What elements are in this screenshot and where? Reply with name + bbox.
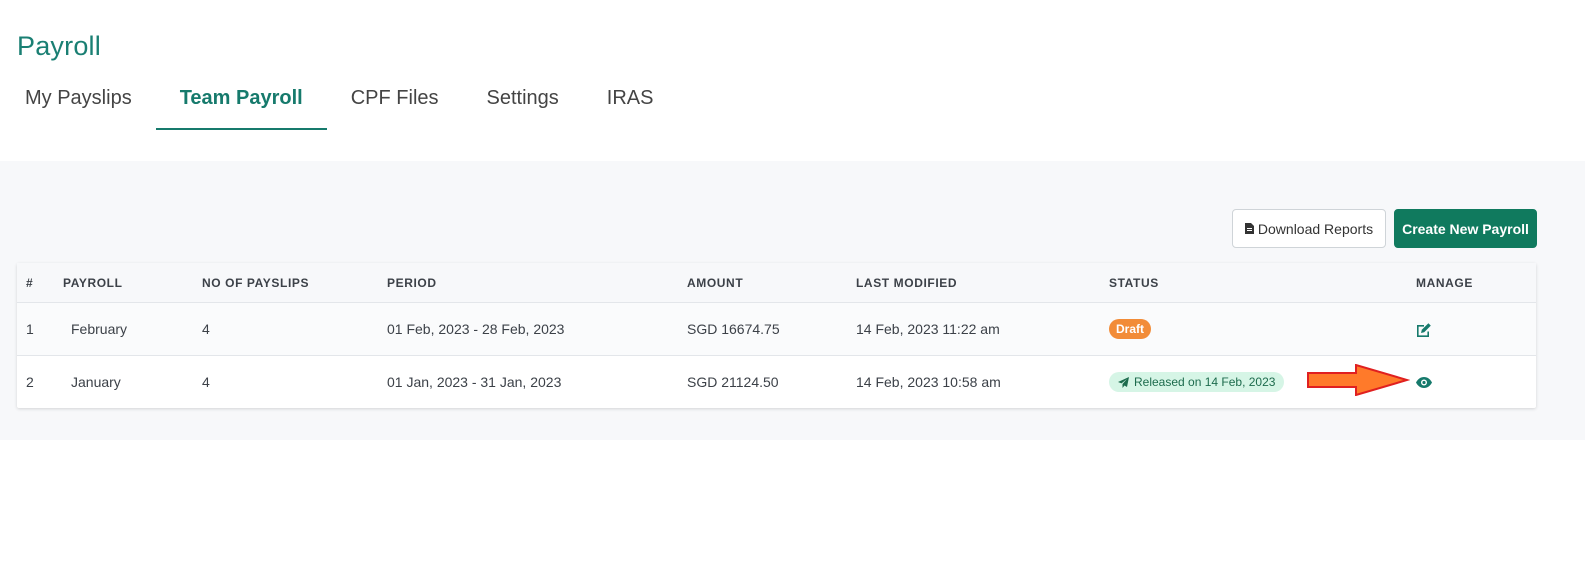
header-last-modified: LAST MODIFIED	[856, 275, 958, 290]
page-title: Payroll	[17, 31, 101, 61]
header-period: PERIOD	[387, 275, 437, 290]
row-last-modified: 14 Feb, 2023 10:58 am	[856, 374, 1001, 390]
row-amount: SGD 21124.50	[687, 374, 779, 390]
eye-icon[interactable]	[1416, 376, 1432, 388]
table-row[interactable]: 1 February 4 01 Feb, 2023 - 28 Feb, 2023…	[17, 303, 1536, 356]
row-index: 2	[26, 374, 34, 390]
edit-icon[interactable]	[1416, 322, 1432, 337]
row-amount: SGD 16674.75	[687, 321, 780, 337]
header-index: #	[26, 275, 34, 290]
tab-iras[interactable]: IRAS	[583, 70, 678, 130]
tab-bar: My Payslips Team Payroll CPF Files Setti…	[0, 70, 677, 130]
file-icon	[1244, 223, 1254, 234]
row-payroll: February	[71, 321, 128, 337]
status-cell: Released on 14 Feb, 2023	[1109, 356, 1285, 408]
row-index: 1	[26, 321, 34, 337]
table-header-row: # PAYROLL NO OF PAYSLIPS PERIOD AMOUNT L…	[17, 263, 1536, 303]
create-new-payroll-button[interactable]: Create New Payroll	[1394, 209, 1537, 248]
row-payroll: January	[71, 374, 121, 390]
status-badge-text: Released on 14 Feb, 2023	[1134, 375, 1276, 389]
tab-cpf-files[interactable]: CPF Files	[327, 70, 463, 130]
row-period: 01 Jan, 2023 - 31 Jan, 2023	[387, 374, 562, 390]
row-payslips: 4	[202, 374, 210, 390]
row-period: 01 Feb, 2023 - 28 Feb, 2023	[387, 321, 565, 337]
status-cell: Draft	[1109, 303, 1152, 355]
header-manage: MANAGE	[1416, 275, 1473, 290]
status-badge: Draft	[1109, 319, 1152, 339]
tab-team-payroll[interactable]: Team Payroll	[155, 70, 327, 130]
manage-cell	[1416, 356, 1432, 408]
download-reports-button[interactable]: Download Reports	[1232, 209, 1386, 248]
row-last-modified: 14 Feb, 2023 11:22 am	[856, 321, 1000, 337]
header-amount: AMOUNT	[687, 275, 744, 290]
status-badge: Released on 14 Feb, 2023	[1109, 372, 1285, 392]
tab-settings[interactable]: Settings	[463, 70, 583, 130]
header-status: STATUS	[1109, 275, 1159, 290]
header-payslips: NO OF PAYSLIPS	[202, 275, 310, 290]
annotation-arrow-icon	[1307, 363, 1411, 401]
paper-plane-icon	[1118, 376, 1129, 388]
row-payslips: 4	[202, 321, 210, 337]
tab-my-payslips[interactable]: My Payslips	[0, 70, 156, 130]
manage-cell	[1416, 303, 1432, 355]
header-payroll: PAYROLL	[63, 275, 123, 290]
download-reports-label: Download Reports	[1257, 220, 1374, 237]
